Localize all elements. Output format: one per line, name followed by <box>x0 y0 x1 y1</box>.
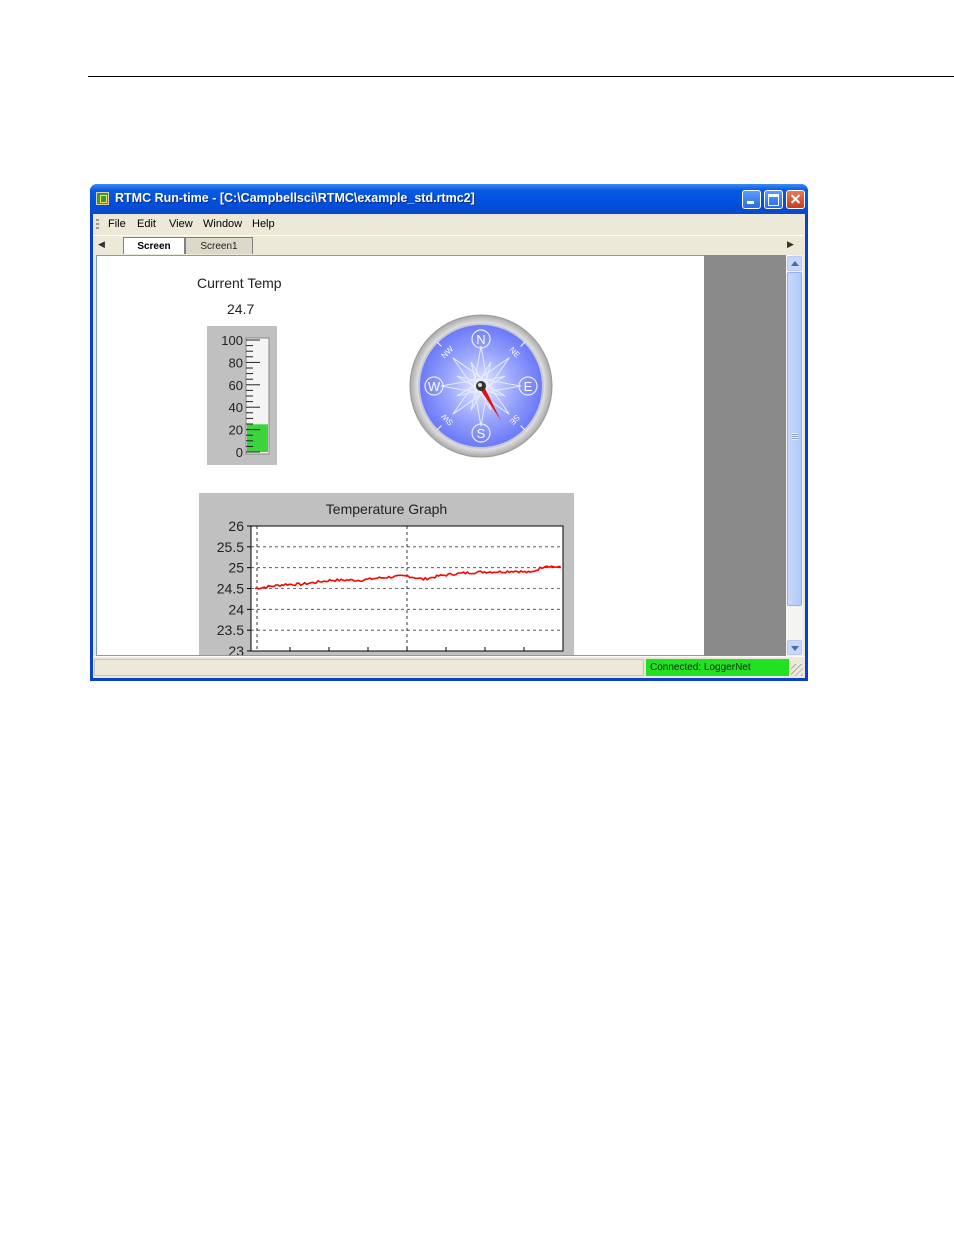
thermometer-value: 24.7 <box>227 301 255 317</box>
menu-window[interactable]: Window <box>203 218 242 230</box>
graph-y-tick-label: 23.5 <box>217 622 244 638</box>
window-title: RTMC Run-time - [C:\Campbellsci\RTMC\exa… <box>115 191 475 205</box>
thermometer-tick-label: 40 <box>229 400 243 415</box>
menu-bar: File Edit View Window Help <box>93 214 805 235</box>
tab-bar: ◀ Screen Screen1 ▶ <box>93 235 805 255</box>
graph-y-tick-label: 24 <box>228 601 244 617</box>
header-rule <box>88 76 954 77</box>
graph-y-tick-label: 23 <box>228 643 244 656</box>
thermometer-fill <box>247 424 268 452</box>
tab-scroll-left-icon[interactable]: ◀ <box>98 240 105 250</box>
compass-svg: NESWNESESWNW <box>409 314 553 458</box>
connection-status: Connected: LoggerNet <box>646 659 789 676</box>
minimize-button[interactable] <box>742 190 761 209</box>
compass-cardinal-label: E <box>524 379 533 394</box>
thermometer-gauge: 100 80 60 40 20 0 <box>207 326 277 465</box>
scroll-down-icon[interactable] <box>787 640 802 655</box>
graph-y-tick-label: 26 <box>228 518 244 534</box>
menu-view[interactable]: View <box>169 218 193 230</box>
status-bar: Connected: LoggerNet <box>93 656 805 678</box>
vertical-scrollbar[interactable] <box>786 255 803 656</box>
compass-cardinal-label: N <box>476 332 485 347</box>
compass-cardinal-label: S <box>477 426 486 441</box>
thermometer-title: Current Temp <box>197 275 282 291</box>
title-bar[interactable]: RTMC Run-time - [C:\Campbellsci\RTMC\exa… <box>90 184 808 214</box>
thermometer-tick-label: 20 <box>229 423 243 438</box>
compass-cardinal-label: W <box>428 379 441 394</box>
scroll-thumb[interactable] <box>787 272 802 606</box>
graph-y-tick-label: 25 <box>228 560 244 576</box>
app-icon[interactable] <box>96 192 109 205</box>
thermometer-tick-label: 80 <box>229 355 243 370</box>
menu-edit[interactable]: Edit <box>137 218 156 230</box>
thermometer-tick-label: 60 <box>229 378 243 393</box>
app-window: RTMC Run-time - [C:\Campbellsci\RTMC\exa… <box>90 184 808 681</box>
maximize-button[interactable] <box>764 190 783 209</box>
thermometer-svg: 100 80 60 40 20 0 <box>221 333 270 460</box>
client-area: File Edit View Window Help ◀ Screen Scre… <box>93 214 805 678</box>
graph-y-tick-label: 24.5 <box>217 581 244 597</box>
close-button[interactable] <box>786 190 805 209</box>
scroll-up-icon[interactable] <box>787 256 802 271</box>
menu-help[interactable]: Help <box>252 218 275 230</box>
compass-hub-highlight <box>478 383 482 387</box>
screen-canvas: Current Temp 24.7 100 80 60 40 20 0 N E S W NE SE S… <box>96 255 704 656</box>
tab-scroll-right-icon[interactable]: ▶ <box>787 240 794 250</box>
toolbar-grip-icon[interactable] <box>96 219 99 230</box>
resize-grip-icon[interactable] <box>791 664 803 676</box>
compass-gauge: N E S W NE SE SW NW <box>409 314 553 458</box>
tab-screen[interactable]: Screen <box>123 237 185 254</box>
status-panel <box>94 659 644 676</box>
graph-y-tick-label: 25.5 <box>217 539 244 555</box>
tab-screen1[interactable]: Screen1 <box>185 237 253 254</box>
menu-file[interactable]: File <box>108 218 126 230</box>
temperature-graph: Temperature Graph 26 25.5 25 24.5 24 23.5 23 <box>199 493 574 656</box>
graph-svg: 26 25.5 25 24.5 24 23.5 23 <box>217 518 564 656</box>
thermometer-tick-label: 0 <box>236 445 243 460</box>
canvas-background <box>704 255 786 656</box>
thermometer-tick-label: 100 <box>221 333 243 348</box>
